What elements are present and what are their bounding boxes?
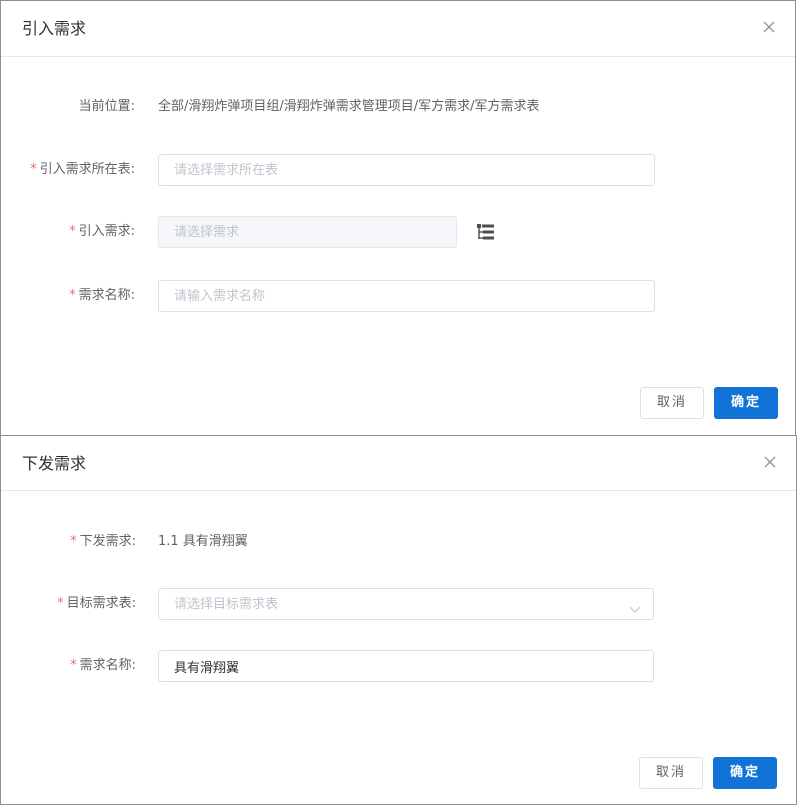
name-input[interactable] (158, 650, 654, 682)
location-row: 当前位置: 全部/滑翔炸弹项目组/滑翔炸弹需求管理项目/军方需求/军方需求表 (1, 91, 795, 123)
required-mark: * (69, 288, 76, 303)
dialog-title: 引入需求 (22, 19, 87, 38)
requirement-label-text: 引入需求: (78, 224, 135, 239)
close-icon[interactable] (762, 454, 778, 470)
dialog-header: 引入需求 (1, 1, 795, 57)
issue-row: * 下发需求: 1.1 具有滑翔翼 (1, 526, 796, 558)
target-table-label-text: 目标需求表: (66, 596, 136, 611)
name-label: * 需求名称: (70, 650, 136, 682)
required-mark: * (70, 658, 77, 673)
name-row: * 需求名称: (1, 280, 795, 312)
required-mark: * (70, 534, 77, 549)
required-mark: * (30, 162, 37, 177)
source-table-row: * 引入需求所在表: (1, 154, 795, 186)
dialog-header: 下发需求 (1, 436, 796, 491)
name-label-text: 需求名称: (79, 658, 136, 673)
cancel-button[interactable]: 取消 (640, 387, 704, 419)
close-icon[interactable] (761, 19, 777, 35)
required-mark: * (69, 224, 76, 239)
confirm-button[interactable]: 确定 (713, 757, 777, 789)
target-table-label: * 目标需求表: (57, 588, 136, 620)
required-mark: * (57, 596, 64, 611)
location-label: 当前位置: (78, 99, 135, 114)
location-value: 全部/滑翔炸弹项目组/滑翔炸弹需求管理项目/军方需求/军方需求表 (158, 99, 540, 114)
requirement-label: * 引入需求: (69, 216, 135, 248)
issue-label-text: 下发需求: (79, 534, 136, 549)
cancel-button[interactable]: 取消 (639, 757, 703, 789)
requirement-input (158, 216, 457, 248)
name-label: * 需求名称: (69, 280, 135, 312)
source-table-select[interactable] (158, 154, 655, 186)
target-table-row: * 目标需求表: (1, 588, 796, 620)
dialog-title: 下发需求 (22, 454, 87, 473)
requirement-row: * 引入需求: (1, 216, 795, 248)
issue-value: 1.1 具有滑翔翼 (158, 534, 248, 549)
target-table-select[interactable] (158, 588, 654, 620)
import-requirement-dialog: 引入需求 当前位置: 全部/滑翔炸弹项目组/滑翔炸弹需求管理项目/军方需求/军方… (0, 0, 796, 436)
confirm-button[interactable]: 确定 (714, 387, 778, 419)
source-table-label: * 引入需求所在表: (30, 154, 135, 186)
issue-label: * 下发需求: (70, 526, 136, 558)
tree-select-icon[interactable] (476, 223, 495, 241)
name-row: * 需求名称: (1, 650, 796, 682)
name-input[interactable] (158, 280, 655, 312)
issue-requirement-dialog: 下发需求 *下发需求: 1.1 具有滑翔翼 *目标需求表: *需求名称: 取消 … (0, 435, 797, 805)
name-label-text: 需求名称: (78, 288, 135, 303)
source-table-label-text: 引入需求所在表: (39, 162, 135, 177)
